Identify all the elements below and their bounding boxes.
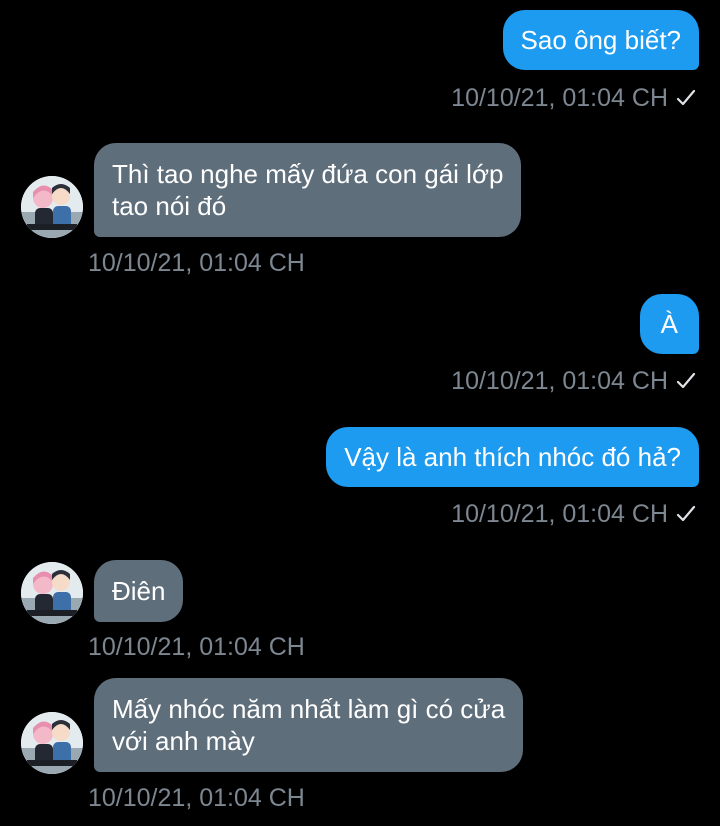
message-text-line: với anh mày <box>112 726 255 756</box>
message-timestamp: 10/10/21, 01:04 CH <box>88 249 305 277</box>
message-timestamp: 10/10/21, 01:04 CH <box>451 367 668 395</box>
message-text-line: Mấy nhóc năm nhất làm gì có cửa <box>112 694 506 724</box>
check-icon <box>676 372 696 389</box>
outgoing-message-bubble[interactable]: Sao ông biết? <box>502 10 699 70</box>
message-meta: 10/10/21, 01:04 CH <box>451 83 696 113</box>
incoming-message-bubble[interactable]: Mấy nhóc năm nhất làm gì có cửa với anh … <box>94 678 524 772</box>
check-icon <box>676 505 696 522</box>
outgoing-message-bubble[interactable]: Vậy là anh thích nhóc đó hả? <box>326 427 699 487</box>
message-timestamp: 10/10/21, 01:04 CH <box>451 500 668 528</box>
message-timestamp: 10/10/21, 01:04 CH <box>88 633 305 661</box>
message-text-line: tao nói đó <box>112 191 227 221</box>
contact-avatar[interactable] <box>21 176 83 238</box>
avatar-image <box>21 562 83 624</box>
avatar-image <box>21 712 83 774</box>
message-timestamp: 10/10/21, 01:04 CH <box>451 84 668 112</box>
message-meta: 10/10/21, 01:04 CH <box>451 366 696 396</box>
contact-avatar[interactable] <box>21 712 83 774</box>
message-timestamp: 10/10/21, 01:04 CH <box>88 784 305 812</box>
check-icon <box>676 89 696 106</box>
message-text: Vậy là anh thích nhóc đó hả? <box>344 442 681 472</box>
message-text: Điên <box>112 576 166 606</box>
avatar-image <box>21 176 83 238</box>
contact-avatar[interactable] <box>21 562 83 624</box>
incoming-message-bubble[interactable]: Điên <box>94 560 184 622</box>
message-text: À <box>660 309 678 339</box>
message-text: Sao ông biết? <box>520 25 681 55</box>
message-text-line: Thì tao nghe mấy đứa con gái lớp <box>112 159 504 189</box>
outgoing-message-bubble[interactable]: À <box>639 294 699 354</box>
incoming-message-bubble[interactable]: Thì tao nghe mấy đứa con gái lớp tao nói… <box>94 143 522 237</box>
message-meta: 10/10/21, 01:04 CH <box>451 499 696 529</box>
